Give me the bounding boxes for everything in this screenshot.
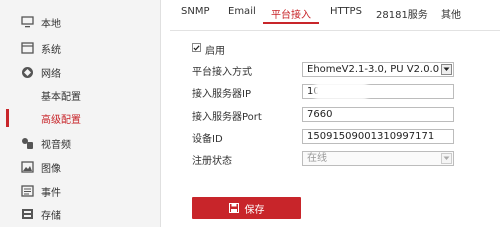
server-port-input[interactable]: 7660 [302,107,454,122]
event-icon [20,184,34,198]
device-id-label: 设备ID [192,134,223,145]
monitor-icon [20,15,34,29]
access-mode-value: EhomeV2.1-3.0, PU V2.0.0 [307,64,440,75]
sidebar-item-label: 图像 [41,163,61,175]
access-mode-select[interactable]: EhomeV2.1-3.0, PU V2.0.0 [302,62,454,77]
sidebar-item-basic-config[interactable]: 基本配置 [0,84,160,106]
chevron-down-icon [441,153,452,164]
enable-label: 启用 [205,46,225,57]
network-icon [20,65,34,79]
tabs-divider [170,30,500,31]
sidebar-item-label: 基本配置 [41,91,81,103]
tab-https[interactable]: HTTPS [330,6,362,17]
server-port-label: 接入服务器Port [192,112,262,123]
enable-checkbox[interactable] [192,43,201,52]
sidebar-item-label: 高级配置 [41,114,81,126]
sidebar-item-label: 存储 [41,210,61,222]
access-mode-label: 平台接入方式 [192,67,252,78]
sidebar-item-local[interactable]: 本地 [0,11,160,33]
sidebar-item-image[interactable]: 图像 [0,156,160,178]
register-status-select: 在线 [302,151,454,166]
sidebar-item-label: 系统 [41,44,61,56]
device-id-input[interactable]: 15091509001310997171 [302,129,454,144]
device-id-value: 15091509001310997171 [307,131,435,142]
sidebar-item-label: 视音频 [41,139,71,151]
save-button[interactable]: 保存 [192,197,301,219]
tab-snmp[interactable]: SNMP [181,6,210,17]
sidebar-item-video-audio[interactable]: 视音频 [0,132,160,154]
storage-icon [20,207,34,221]
save-button-label: 保存 [244,204,265,216]
register-status-label: 注册状态 [192,156,232,167]
sidebar-item-network[interactable]: 网络 [0,61,160,83]
tab-other[interactable]: 其他 [441,6,461,21]
tab-email[interactable]: Email [228,6,256,17]
checkmark-icon [193,44,200,51]
chevron-down-icon[interactable] [441,64,452,75]
server-port-value: 7660 [307,109,333,120]
image-icon [20,160,34,174]
sidebar-item-system[interactable]: 系统 [0,37,160,59]
redaction-blur [318,85,364,97]
system-icon [20,41,34,55]
sidebar-item-advanced-config[interactable]: 高级配置 [0,107,160,129]
register-status-value: 在线 [307,153,327,164]
sidebar-item-event[interactable]: 事件 [0,180,160,202]
save-icon [228,203,239,213]
sidebar: 本地 系统 网络 基本配置 高级配置 视音频 图像 事件 存储 [0,0,161,227]
sidebar-item-label: 事件 [41,187,61,199]
sidebar-item-label: 网络 [41,68,61,80]
sidebar-item-storage[interactable]: 存储 [0,203,160,225]
video-audio-icon [20,136,34,150]
active-tab-underline [263,22,319,24]
tab-platform-access[interactable]: 平台接入 [271,6,311,21]
sidebar-item-label: 本地 [41,18,61,30]
tab-28181-service[interactable]: 28181服务 [376,6,428,21]
server-ip-label: 接入服务器IP [192,89,251,100]
